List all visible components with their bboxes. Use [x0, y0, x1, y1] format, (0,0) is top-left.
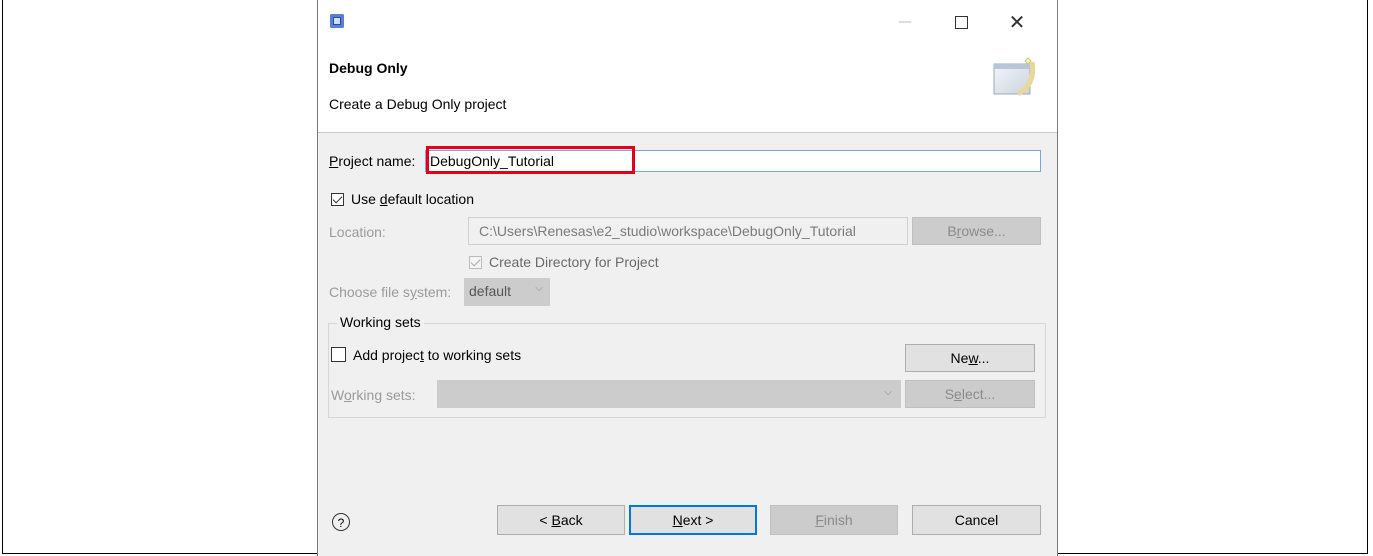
back-button[interactable]: < Back: [497, 505, 625, 535]
app-icon: [330, 14, 344, 28]
checkbox-icon: [331, 347, 346, 362]
page-description: Create a Debug Only project: [329, 96, 507, 112]
location-label: Location:: [329, 224, 386, 240]
maximize-button[interactable]: [946, 10, 976, 34]
chevron-down-icon: ⌵: [884, 387, 892, 398]
new-working-set-button[interactable]: New...: [905, 344, 1035, 372]
wizard-banner: Debug Only Create a Debug Only project: [318, 42, 1057, 133]
use-default-location-checkbox[interactable]: Use default location: [331, 191, 474, 207]
wizard-content: Project name: DebugOnly_Tutorial Use def…: [318, 133, 1057, 473]
page-title: Debug Only: [329, 60, 408, 76]
next-button[interactable]: Next >: [629, 505, 757, 535]
select-working-sets-button[interactable]: Select...: [905, 380, 1035, 408]
file-system-select[interactable]: default ⌵: [464, 278, 550, 306]
project-name-label: Project name:: [329, 153, 416, 169]
close-button[interactable]: ✕: [1002, 10, 1032, 34]
project-name-input[interactable]: DebugOnly_Tutorial: [425, 150, 1041, 172]
chevron-down-icon: ⌵: [535, 283, 543, 294]
finish-button[interactable]: Finish: [770, 505, 898, 535]
minimize-button[interactable]: —: [890, 10, 920, 34]
checkbox-icon: [469, 256, 482, 269]
maximize-icon: [954, 15, 968, 29]
file-system-label: Choose file system:: [329, 284, 452, 300]
add-to-working-sets-checkbox[interactable]: Add project to working sets: [331, 347, 521, 363]
wizard-banner-icon: [993, 57, 1036, 97]
working-sets-label: Working sets:: [331, 387, 416, 403]
working-sets-group-title: Working sets: [337, 314, 424, 330]
new-project-dialog: — ✕ Debug Only Create a Debug Only proje…: [317, 0, 1058, 556]
checkbox-icon: [331, 193, 344, 206]
create-directory-checkbox[interactable]: Create Directory for Project: [469, 254, 659, 270]
location-input[interactable]: C:\Users\Renesas\e2_studio\workspace\Deb…: [468, 217, 908, 245]
title-bar: — ✕: [318, 0, 1057, 42]
working-sets-select[interactable]: ⌵: [437, 380, 901, 408]
help-icon[interactable]: ?: [332, 513, 350, 531]
browse-button[interactable]: Browse...: [912, 217, 1041, 245]
cancel-button[interactable]: Cancel: [912, 505, 1041, 535]
working-sets-group: Working sets Add project to working sets…: [328, 314, 1046, 418]
